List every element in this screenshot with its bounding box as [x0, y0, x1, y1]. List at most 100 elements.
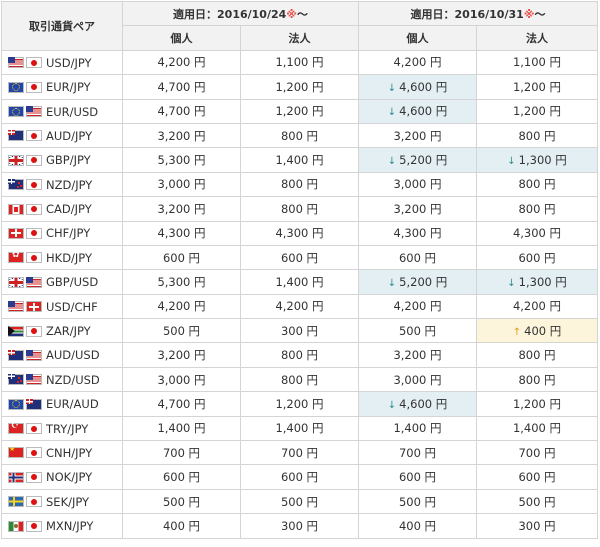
- pair-cell: NZD/JPY: [1, 171, 123, 198]
- usd-flag-icon: [26, 276, 42, 288]
- period2-corporate-value: 1,100 円: [512, 55, 562, 70]
- jpy-flag-icon: [26, 227, 42, 239]
- jpy-flag-icon: [26, 520, 42, 532]
- period1-header: 適用日：2016/10/24※～: [122, 0, 359, 27]
- period2-individual-header: 個人: [358, 25, 477, 51]
- period2-individual-cell: 500 円: [358, 318, 477, 344]
- pair-cell: ZAR/JPY: [1, 318, 123, 344]
- period1-corporate-cell: 800 円: [240, 196, 359, 222]
- period2-individual-cell: 3,200 円: [358, 196, 477, 222]
- period1-individual-cell: 1,400 円: [122, 415, 241, 442]
- period2-corporate-cell: 800 円: [476, 342, 598, 368]
- pair-label: EUR/USD: [46, 104, 99, 119]
- gbp-flag-icon: [8, 154, 24, 166]
- pair-cell: MXN/JPY: [1, 513, 123, 539]
- period2-individual-cell: 4,200 円: [358, 293, 477, 320]
- table-row: CAD/JPY 3,200 円 800 円 3,200 円 800 円: [1, 196, 598, 222]
- period1-corporate-cell: 800 円: [240, 171, 359, 198]
- period2-corporate-cell: 4,300 円: [476, 220, 598, 246]
- period1-date: 適用日：2016/10/24: [173, 7, 287, 21]
- period1-individual-cell: 400 円: [122, 513, 241, 539]
- period1-corporate-cell: 600 円: [240, 464, 359, 490]
- period2-header: 適用日：2016/10/31※～: [358, 0, 598, 27]
- period1-individual-cell: 500 円: [122, 488, 241, 515]
- period2-corporate-value: 800 円: [518, 348, 556, 363]
- table-row: GBP/JPY 5,300 円 1,400 円 ↓ 5,200 円 ↓ 1,300 円: [1, 147, 598, 173]
- pair-cell: AUD/JPY: [1, 122, 123, 149]
- period2-individual-cell: 400 円: [358, 513, 477, 539]
- pair-label: EUR/AUD: [46, 397, 99, 412]
- table-row: HKD/JPY600 円600 円600 円600 円: [1, 244, 598, 271]
- period2-corporate-cell: 800 円: [476, 171, 598, 198]
- nzd-flag-icon: [8, 374, 24, 386]
- period1-individual-header: 個人: [122, 25, 241, 51]
- period2-corporate-value: 500 円: [518, 494, 556, 509]
- period1-corporate-cell: 500 円: [240, 488, 359, 515]
- period1-individual-cell: 5,300 円: [122, 269, 241, 295]
- period1-corporate-cell: 1,200 円: [240, 98, 359, 124]
- period2-individual-cell: 600 円: [358, 464, 477, 490]
- chf-flag-icon: [8, 227, 24, 239]
- period2-corporate-value: 1,300 円: [518, 153, 567, 168]
- period1-individual-cell: 3,200 円: [122, 342, 241, 368]
- period1-individual-cell: 5,300 円: [122, 147, 241, 173]
- pair-label: NZD/JPY: [46, 177, 93, 192]
- period1-corporate-cell: 1,200 円: [240, 74, 359, 100]
- jpy-flag-icon: [26, 252, 42, 264]
- period1-individual-cell: 3,000 円: [122, 366, 241, 393]
- note-mark: ※: [523, 7, 535, 21]
- period1-corporate-cell: 4,300 円: [240, 220, 359, 246]
- period2-individual-cell: 3,200 円: [358, 122, 477, 149]
- pair-label: EUR/JPY: [46, 80, 91, 95]
- period2-individual-value: 600 円: [398, 250, 437, 265]
- period1-individual-cell: 500 円: [122, 318, 241, 344]
- period1-corporate-cell: 1,400 円: [240, 269, 359, 295]
- pair-label: CAD/JPY: [46, 202, 92, 217]
- period2-individual-value: 4,600 円: [399, 396, 448, 411]
- period2-individual-value: 5,200 円: [399, 153, 448, 168]
- period2-corporate-value: 4,200 円: [512, 299, 562, 314]
- period1-corporate-cell: 1,100 円: [240, 49, 359, 76]
- period1-corporate-cell: 800 円: [240, 122, 359, 149]
- period2-individual-cell: 4,200 円: [358, 49, 477, 76]
- table-row: TRY/JPY1,400 円1,400 円1,400 円1,400 円: [1, 415, 598, 442]
- table-row: NZD/JPY 3,000 円 800 円 3,000 円 800 円: [1, 171, 598, 198]
- table-row: SEK/JPY 500 円 500 円 500 円 500 円: [1, 488, 598, 515]
- decrease-arrow-icon: ↓: [387, 156, 397, 168]
- period2-corporate-value: 800 円: [518, 372, 556, 387]
- period2-individual-value: 1,400 円: [393, 421, 442, 436]
- usd-flag-icon: [8, 301, 24, 313]
- period2-individual-value: 3,000 円: [393, 177, 442, 192]
- period2-corporate-cell: 1,400 円: [476, 415, 598, 442]
- decrease-arrow-icon: ↓: [387, 82, 397, 94]
- chf-flag-icon: [26, 301, 42, 313]
- period2-individual-value: 4,600 円: [399, 104, 448, 119]
- period2-corporate-cell: 800 円: [476, 196, 598, 222]
- period1-individual-cell: 4,700 円: [122, 391, 241, 417]
- period2-corporate-value: 1,400 円: [512, 421, 562, 436]
- pair-label: CHF/JPY: [46, 226, 91, 241]
- period1-individual-cell: 3,200 円: [122, 122, 241, 149]
- period2-individual-value: 4,200 円: [393, 55, 442, 70]
- table-row: CHF/JPY 4,300 円 4,300 円 4,300 円 4,300 円: [1, 220, 598, 246]
- jpy-flag-icon: [26, 203, 42, 215]
- table-row: NOK/JPY 600 円 600 円 600 円 600 円: [1, 464, 598, 490]
- period2-corporate-cell: 500 円: [476, 488, 598, 515]
- table-row: EUR/USD 4,700 円 1,200 円 ↓ 4,600 円 1,200 円: [1, 98, 598, 124]
- jpy-flag-icon: [26, 81, 42, 93]
- pair-cell: EUR/AUD: [1, 391, 123, 417]
- decrease-arrow-icon: ↓: [387, 399, 397, 411]
- mxn-flag-icon: [8, 520, 24, 532]
- period2-corporate-value: 600 円: [518, 470, 556, 485]
- period2-individual-cell: ↓ 5,200 円: [358, 147, 477, 173]
- table-row: GBP/USD 5,300 円 1,400 円 ↓ 5,200 円 ↓ 1,300 円: [1, 269, 598, 295]
- swap-rate-table: 取引通貨ペア 適用日：2016/10/24※～ 適用日：2016/10/31※～…: [1, 0, 598, 539]
- period1-corporate-cell: 1,400 円: [240, 147, 359, 173]
- period1-corporate-cell: 300 円: [240, 318, 359, 344]
- pair-label: GBP/USD: [46, 275, 99, 290]
- period1-individual-cell: 4,200 円: [122, 49, 241, 76]
- period2-individual-value: 5,200 円: [399, 274, 448, 289]
- period2-corporate-cell: ↑ 400 円: [476, 318, 598, 344]
- pair-cell: TRY/JPY: [1, 415, 123, 442]
- period2-corporate-value: 800 円: [518, 177, 556, 192]
